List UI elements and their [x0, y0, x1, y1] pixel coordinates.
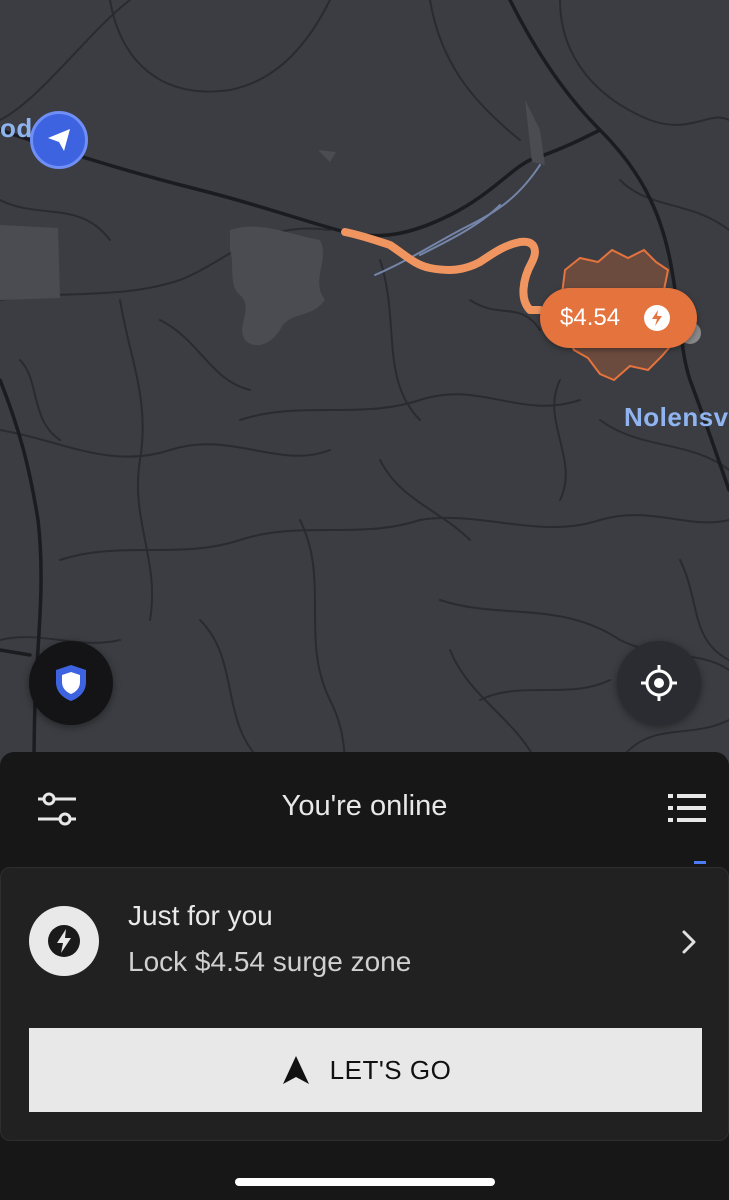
- lightning-bolt-icon: [48, 925, 80, 957]
- shield-icon: [56, 665, 86, 701]
- navigation-arrow-icon: [48, 129, 70, 151]
- recenter-button[interactable]: [617, 641, 701, 725]
- tab-indicator: [694, 861, 706, 864]
- map-roads: [0, 0, 729, 770]
- offer-subtitle: Lock $4.54 surge zone: [128, 946, 412, 977]
- safety-toolkit-button[interactable]: [29, 641, 113, 725]
- online-status-title: You're online: [281, 790, 448, 822]
- place-label-nolensville: Nolensv: [624, 402, 729, 432]
- place-label-west: od: [0, 113, 33, 143]
- surge-price-pill[interactable]: $4.54: [540, 288, 697, 348]
- navigation-arrow-icon: [282, 1056, 309, 1084]
- bottom-sheet: You're online Just for you Lock $4.54 su…: [0, 752, 729, 1200]
- offer-title: Just for you: [128, 900, 273, 931]
- crosshair-icon: [641, 665, 677, 701]
- lets-go-label: LET'S GO: [329, 1054, 452, 1085]
- map-view[interactable]: od Nolensv $4.54: [0, 0, 729, 770]
- current-location-marker: [30, 111, 88, 169]
- status-header: You're online: [0, 752, 729, 864]
- list-icon: [668, 794, 706, 822]
- chevron-right-icon: [682, 930, 696, 954]
- surge-price-label: $4.54: [560, 304, 621, 331]
- opportunities-list-button[interactable]: [668, 792, 706, 824]
- lightning-bolt-icon: [644, 305, 671, 331]
- home-indicator[interactable]: [235, 1178, 495, 1186]
- surge-offer-card: Just for you Lock $4.54 surge zone LET'S…: [0, 867, 729, 1141]
- lets-go-button[interactable]: LET'S GO: [29, 1028, 702, 1112]
- offer-badge: [29, 906, 99, 976]
- surge-offer-row[interactable]: Just for you Lock $4.54 surge zone: [1, 868, 728, 1013]
